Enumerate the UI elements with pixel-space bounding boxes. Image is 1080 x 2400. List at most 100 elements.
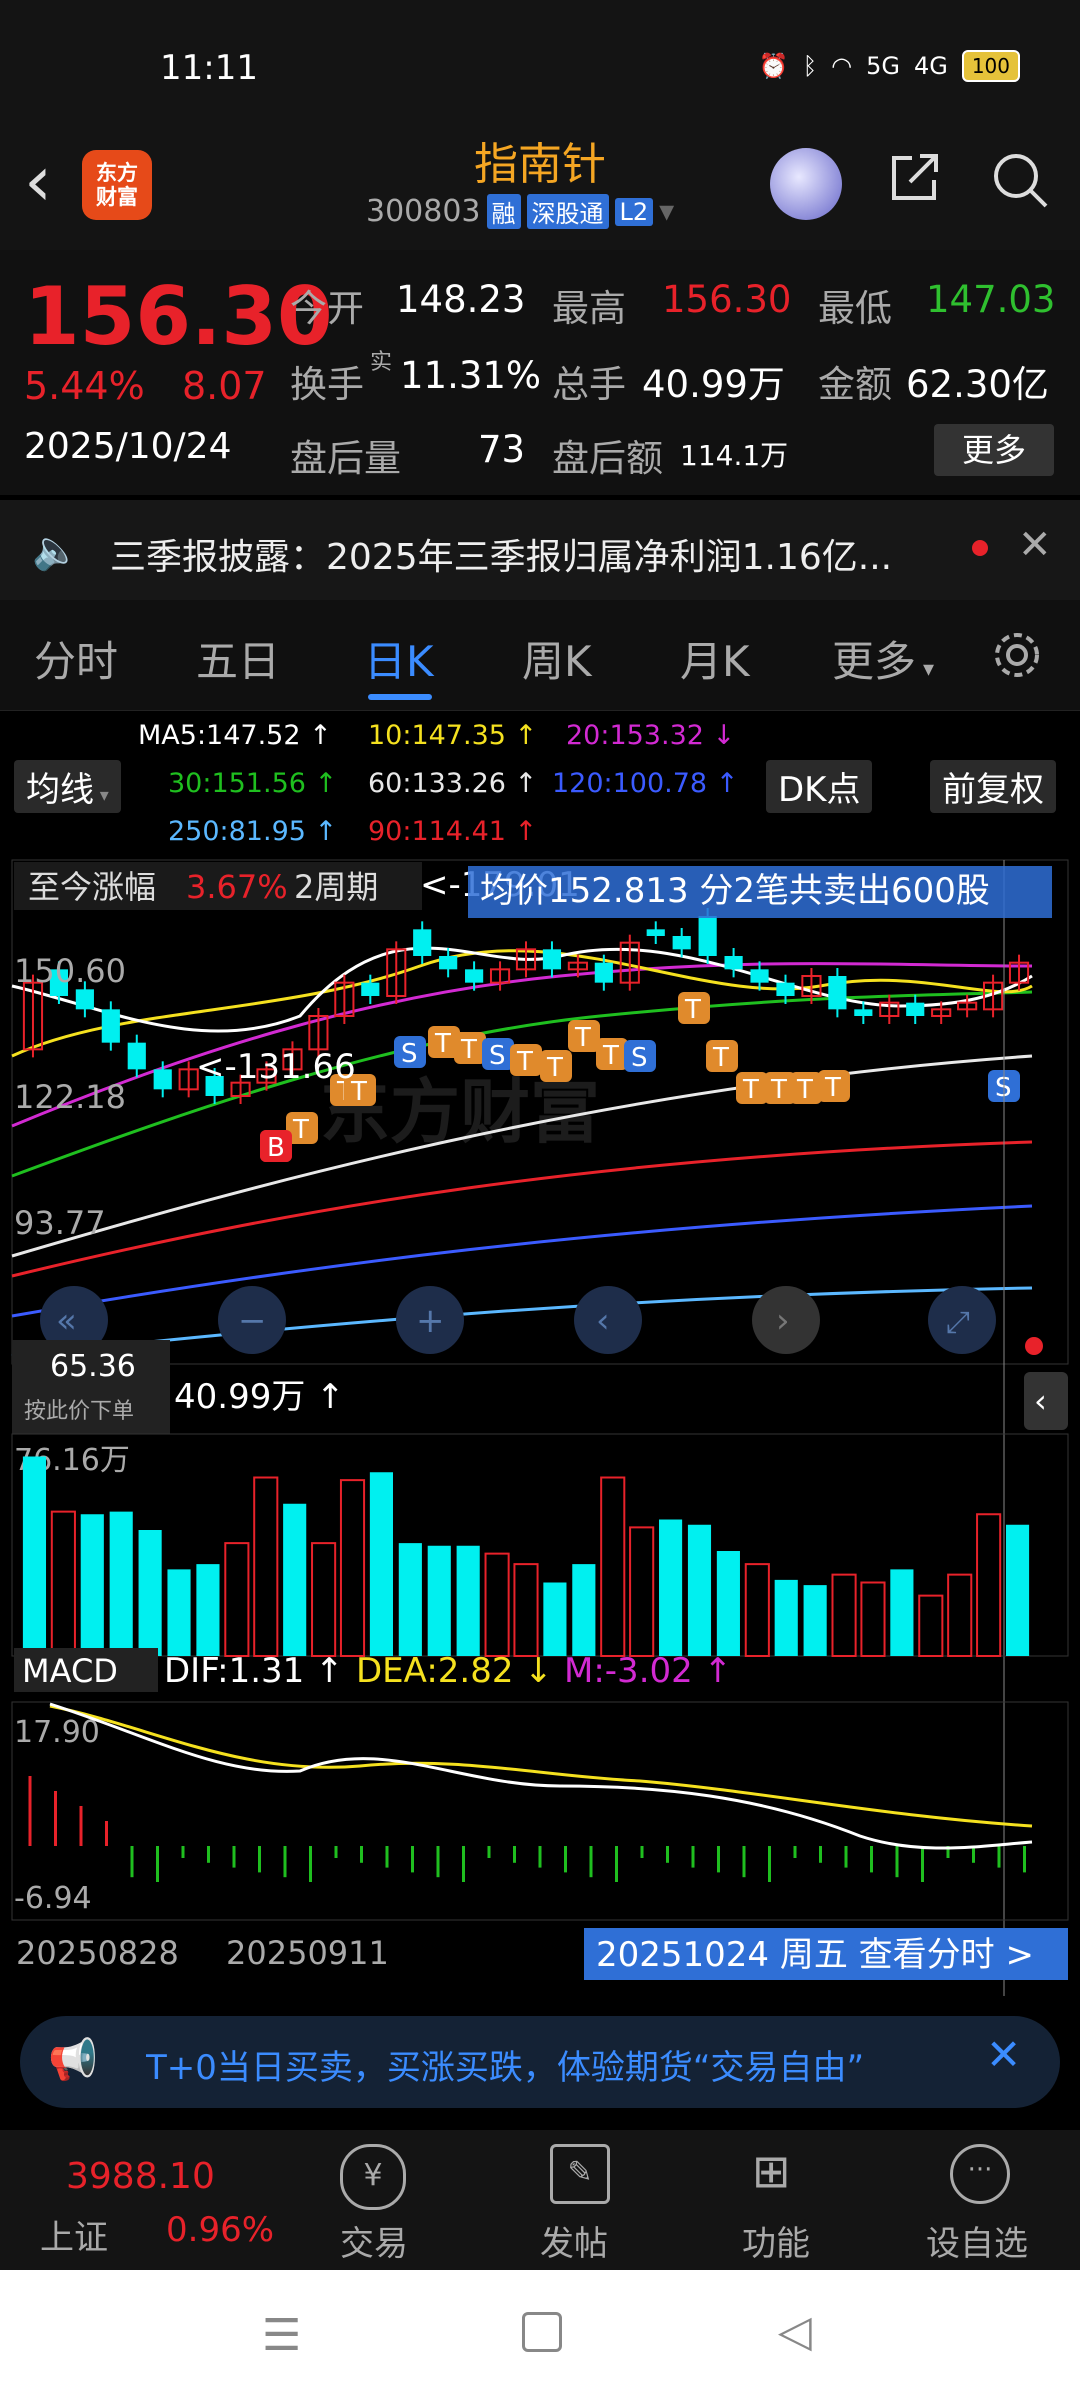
- volume-bar: [716, 1551, 740, 1656]
- macd-dif: DIF:1.31 ↑: [164, 1651, 344, 1691]
- signal-label: T: [796, 1075, 813, 1105]
- volume-bar: [311, 1542, 337, 1657]
- volume-bar: [774, 1579, 798, 1656]
- index-value[interactable]: 3988.10: [66, 2156, 215, 2197]
- signal-5g-label: 5G: [866, 52, 900, 80]
- search-icon[interactable]: [990, 150, 1050, 210]
- assistant-avatar[interactable]: [770, 148, 842, 220]
- volume-bar: [22, 1456, 47, 1656]
- volume-bar: [109, 1511, 133, 1656]
- volume-bar: [600, 1476, 626, 1657]
- tab-more-label: 更多: [832, 637, 917, 686]
- view-intraday-label: 20251024 周五 查看分时 >: [596, 1935, 1034, 1975]
- quote-date: 2025/10/24: [24, 426, 232, 467]
- ad-text[interactable]: T+0当日买卖，买涨买跌，体验期货“交易自由”: [146, 2040, 966, 2089]
- more-button[interactable]: 更多: [934, 424, 1054, 476]
- status-bar: 11:11 ⏰ ᛒ ◠ 5G 4G 100: [0, 0, 1080, 140]
- chevron-left-icon: ‹: [1034, 1382, 1047, 1420]
- dk-point-button[interactable]: DK点: [766, 760, 873, 813]
- low-marker: <-131.66: [196, 1047, 356, 1087]
- low-value: 147.03: [926, 278, 1056, 321]
- change-amount: 8.07: [182, 364, 267, 408]
- stock-code-row[interactable]: 300803 融 深股通 L2 ▾: [366, 194, 674, 229]
- high-value: 156.30: [662, 278, 792, 321]
- ma60-value: 60:133.26 ↑: [368, 768, 538, 799]
- turnover-sup: 实: [370, 350, 393, 375]
- volume-bar: [339, 1479, 366, 1657]
- volume-bar: [572, 1564, 596, 1656]
- volume-bar: [253, 1476, 279, 1657]
- ma20-value: 20:153.32 ↓: [566, 720, 736, 751]
- tab-intraday[interactable]: 分时: [34, 628, 118, 689]
- speaker-icon: 🔈: [32, 528, 80, 572]
- function-button[interactable]: 功能: [742, 2216, 810, 2265]
- order-hint: 按此价下单: [24, 1399, 134, 1424]
- amount-value: 62.30亿: [906, 363, 1049, 406]
- volume-bar: [629, 1526, 655, 1657]
- chevron-right-icon: ›: [776, 1301, 790, 1341]
- bluetooth-icon: ᛒ: [802, 52, 818, 80]
- volume-bar: [803, 1585, 827, 1656]
- ma120-value: 120:100.78 ↑: [552, 768, 739, 799]
- y-label-top: 150.60: [14, 952, 126, 990]
- tag-connect: 深股通: [526, 194, 609, 229]
- ma250-value: 250:81.95 ↑: [168, 816, 338, 847]
- post-button[interactable]: 发帖: [540, 2216, 608, 2265]
- ma90-line: [11, 1140, 1033, 1278]
- back-nav-icon[interactable]: ◁: [778, 2306, 812, 2357]
- volume-bar: [744, 1563, 770, 1657]
- status-icons: ⏰ ᛒ ◠ 5G 4G 100: [759, 50, 1020, 82]
- signal-4g-label: 4G: [913, 52, 948, 80]
- macd-frame: [11, 1701, 1069, 1921]
- volume-bar: [543, 1582, 567, 1656]
- kline-chart[interactable]: 东方财富 BTTTSTTSTTTTSTTTTTTBS 至今涨幅 3.67% 2周…: [0, 856, 1080, 2006]
- settings-gear-icon[interactable]: [990, 628, 1044, 682]
- ma90-value: 90:114.41 ↑: [368, 816, 538, 847]
- signal-label: T: [434, 1029, 451, 1059]
- y-label-low: 93.77: [14, 1204, 106, 1242]
- dif-line: [49, 1702, 1033, 1850]
- ma-button-label: 均线: [26, 770, 94, 810]
- signal-label: S: [631, 1043, 648, 1073]
- gain-value: 3.67%: [186, 868, 288, 906]
- avg-banner: 均价152.813 分2笔共卖出600股: [480, 871, 990, 911]
- low-label: 最低: [818, 287, 892, 330]
- status-time: 11:11: [160, 48, 258, 88]
- status-dot: [1025, 1337, 1043, 1355]
- home-icon[interactable]: [522, 2312, 562, 2352]
- tab-more[interactable]: 更多 ▾: [832, 628, 934, 689]
- signal-label: T: [684, 995, 701, 1025]
- y-label-mid: 122.18: [14, 1078, 126, 1116]
- chevron-left-icon: ‹: [596, 1301, 610, 1341]
- adjust-button[interactable]: 前复权: [930, 760, 1056, 813]
- signal-label: T: [602, 1041, 619, 1071]
- volume-bar: [687, 1524, 712, 1656]
- tab-monthly-k[interactable]: 月K: [680, 628, 750, 689]
- close-icon[interactable]: ✕: [1018, 522, 1052, 568]
- dea-line: [49, 1704, 1033, 1828]
- active-tab-indicator: [368, 694, 432, 700]
- chart-nav: « − + ‹ › ⤢: [40, 1286, 1043, 1355]
- high-label: 最高: [552, 287, 626, 330]
- tag-level2: L2: [614, 197, 654, 226]
- news-text[interactable]: 三季报披露：2025年三季报归属净利润1.16亿...: [110, 528, 892, 580]
- signal-label: T: [712, 1043, 729, 1073]
- signal-label: S: [489, 1041, 506, 1071]
- battery-icon: 100: [961, 50, 1020, 82]
- tab-daily-k[interactable]: 日K: [364, 628, 434, 689]
- volume-bars: [22, 1456, 1030, 1657]
- change-percent: 5.44%: [24, 364, 145, 408]
- share-icon[interactable]: [888, 150, 942, 204]
- trade-button[interactable]: 交易: [340, 2216, 408, 2265]
- tab-weekly-k[interactable]: 周K: [522, 628, 592, 689]
- ad-close-icon[interactable]: ✕: [986, 2030, 1021, 2079]
- alarm-icon: ⏰: [758, 52, 789, 80]
- add-watchlist-button[interactable]: 设自选: [926, 2216, 1028, 2265]
- volume-bar: [80, 1514, 104, 1656]
- signal-label: S: [401, 1039, 418, 1069]
- ma-select-button[interactable]: 均线 ▾: [14, 760, 121, 813]
- menu-icon[interactable]: ☰: [262, 2310, 301, 2361]
- tab-five-day[interactable]: 五日: [196, 628, 280, 689]
- signal-label: T: [742, 1075, 759, 1105]
- amount-label: 金额: [818, 363, 892, 406]
